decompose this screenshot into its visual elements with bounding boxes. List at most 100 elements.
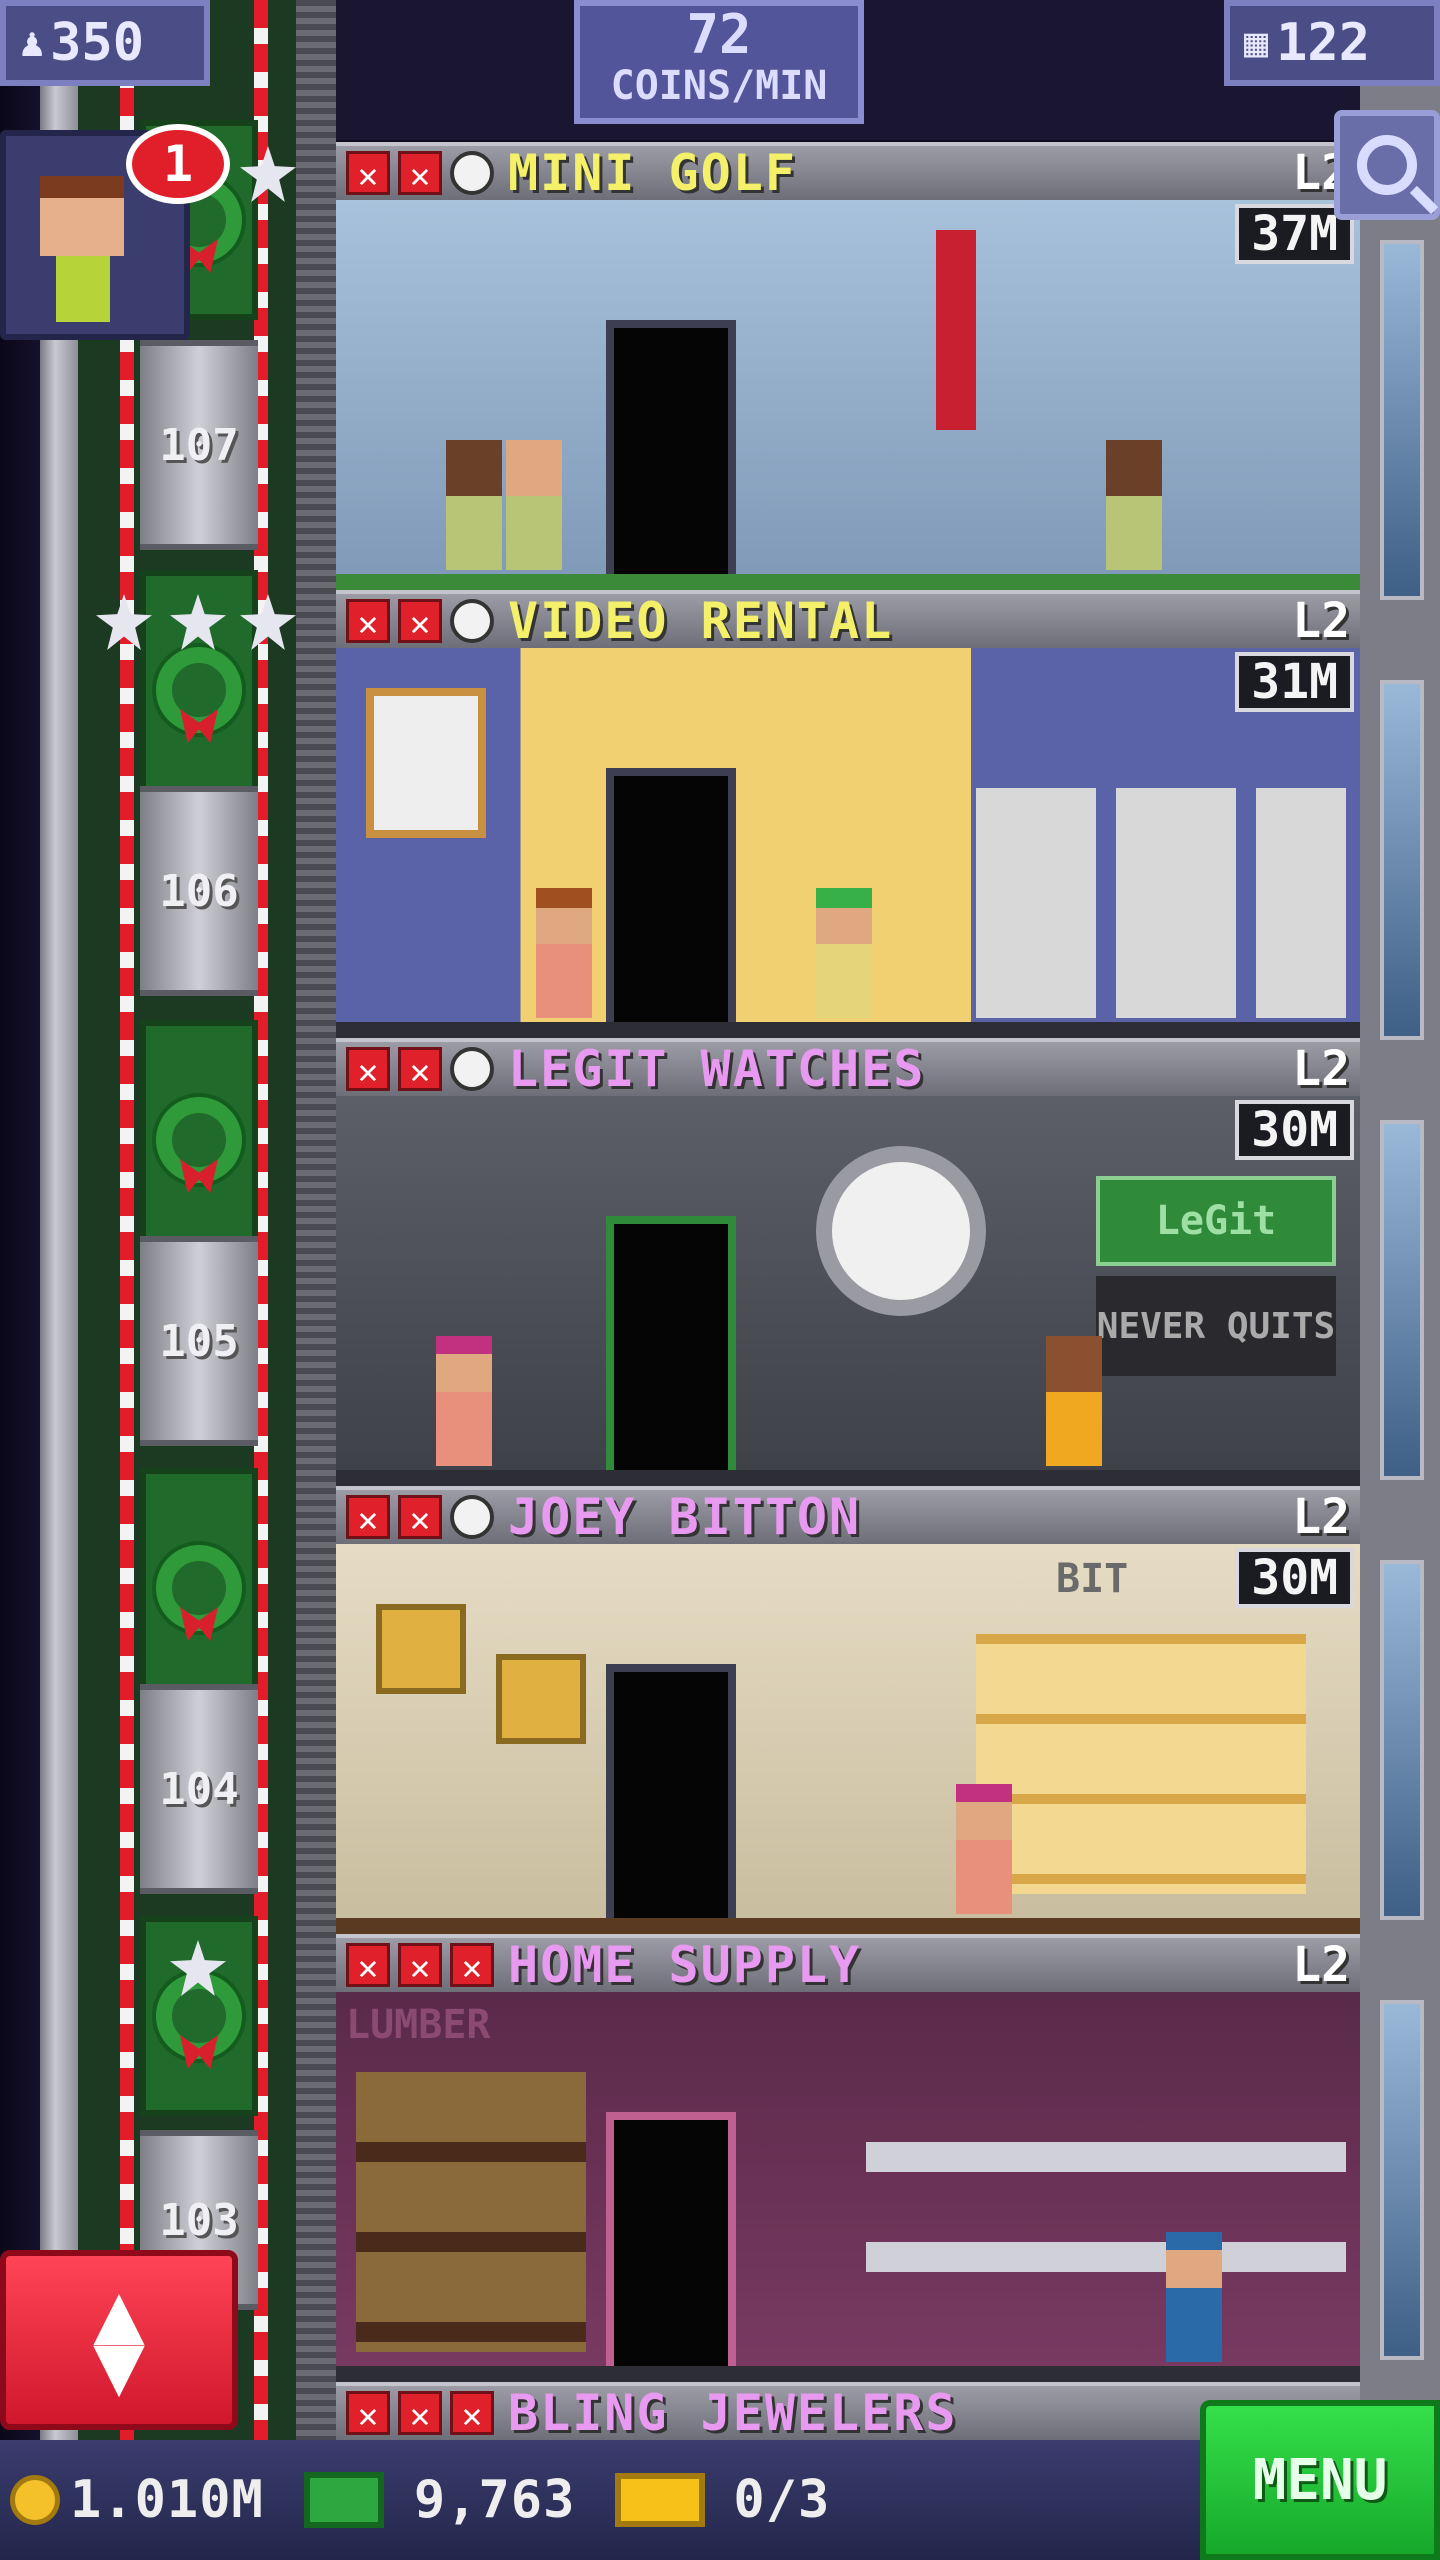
wall-art bbox=[496, 1654, 586, 1744]
tool-counter bbox=[866, 2242, 1346, 2272]
elevator-floor-107[interactable]: 107 bbox=[140, 340, 258, 550]
floor-base bbox=[336, 1918, 1360, 1934]
night-sky bbox=[0, 0, 40, 2440]
close-icon: ✕ bbox=[398, 1943, 442, 1988]
floor-level: L2 bbox=[1292, 1041, 1350, 1097]
elevator-floor-106[interactable]: 106 bbox=[140, 786, 258, 996]
up-down-arrow-icon: ▲ ▼ bbox=[93, 2263, 145, 2415]
door bbox=[606, 768, 736, 1038]
coins-per-min-label: COINS/MIN bbox=[610, 63, 828, 109]
elevator-button[interactable]: ▲ ▼ bbox=[0, 2250, 238, 2430]
handbag-shelves bbox=[976, 1634, 1306, 1894]
avatar-body bbox=[56, 256, 110, 322]
windmill-icon bbox=[936, 230, 976, 430]
elevator-floor-number: 103 bbox=[159, 2194, 239, 2246]
elevator-floor-number: 105 bbox=[159, 1315, 239, 1367]
clock-icon bbox=[450, 151, 494, 195]
restock-timer: 30M bbox=[1235, 1548, 1354, 1608]
restock-timer: 30M bbox=[1235, 1100, 1354, 1160]
window bbox=[1380, 2000, 1424, 2360]
floor-legit-watches[interactable]: ✕ ✕ LEGIT WATCHES L2 30M LeGit NEVER QUI… bbox=[336, 1038, 1360, 1486]
floors-counter[interactable]: ▦ 122 bbox=[1224, 0, 1440, 86]
wreath-icon bbox=[156, 1973, 242, 2069]
worker bbox=[1106, 440, 1162, 570]
poster bbox=[366, 688, 486, 838]
floor-name: LEGIT WATCHES bbox=[508, 1040, 926, 1098]
notification-badge: 1 bbox=[126, 124, 230, 204]
bit-sign: BIT bbox=[1056, 1556, 1129, 1602]
floor-base bbox=[336, 1470, 1360, 1486]
floor-base bbox=[336, 1022, 1360, 1038]
floor-interior: BIT 30M bbox=[336, 1544, 1360, 1934]
close-icon: ✕ bbox=[346, 1495, 390, 1540]
video-shelves bbox=[976, 788, 1346, 1018]
close-icon: ✕ bbox=[398, 1047, 442, 1092]
elevator-floor-number: 106 bbox=[159, 865, 239, 917]
elevator-rail bbox=[296, 0, 336, 2440]
floor-video-rental[interactable]: ✕ ✕ VIDEO RENTAL L2 31M bbox=[336, 590, 1360, 1038]
close-icon: ✕ bbox=[450, 2391, 494, 2436]
magnifier-icon bbox=[1357, 135, 1417, 195]
floor-header: ✕ ✕ JOEY BITTON L2 bbox=[336, 1486, 1360, 1546]
floor-joey-bitton[interactable]: ✕ ✕ JOEY BITTON L2 BIT 30M bbox=[336, 1486, 1360, 1934]
avatar bbox=[40, 176, 124, 256]
tickets-value: 0/3 bbox=[733, 2470, 831, 2530]
clock-icon bbox=[450, 1495, 494, 1539]
floor-level: L2 bbox=[1292, 1937, 1350, 1993]
putting-green bbox=[336, 574, 1360, 590]
floor-level: L2 bbox=[1292, 1489, 1350, 1545]
floor-name: VIDEO RENTAL bbox=[508, 592, 894, 650]
close-icon: ✕ bbox=[398, 599, 442, 644]
golden-ticket-icon bbox=[615, 2473, 706, 2527]
building-icon: ▦ bbox=[1244, 20, 1269, 66]
menu-button[interactable]: MENU bbox=[1200, 2400, 1440, 2560]
worker bbox=[956, 1784, 1012, 1914]
window bbox=[1380, 680, 1424, 1040]
worker bbox=[1166, 2232, 1222, 2362]
clock-icon bbox=[450, 599, 494, 643]
floor-home-supply[interactable]: ✕ ✕ ✕ HOME SUPPLY L2 LUMBER bbox=[336, 1934, 1360, 2382]
floor-interior: 37M bbox=[336, 200, 1360, 590]
tool-counter bbox=[866, 2142, 1346, 2172]
window bbox=[1380, 1120, 1424, 1480]
close-icon: ✕ bbox=[346, 2391, 390, 2436]
floor-name: MINI GOLF bbox=[508, 144, 797, 202]
floors-value: 122 bbox=[1276, 13, 1371, 73]
lumber-sign: LUMBER bbox=[346, 2002, 491, 2048]
window bbox=[1380, 1560, 1424, 1920]
wall-clock-icon bbox=[816, 1146, 986, 1316]
elevator-floor-number: 107 bbox=[159, 419, 239, 471]
coin-icon bbox=[10, 2475, 60, 2525]
elevator-wreath-cell bbox=[140, 1468, 258, 1708]
floor-interior: LUMBER bbox=[336, 1992, 1360, 2382]
worker bbox=[536, 888, 592, 1018]
close-icon: ✕ bbox=[398, 1495, 442, 1540]
floor-interior: 31M bbox=[336, 648, 1360, 1038]
close-icon: ✕ bbox=[398, 2391, 442, 2436]
never-quits-sign: NEVER QUITS bbox=[1096, 1276, 1336, 1376]
customer bbox=[506, 440, 562, 570]
close-icon: ✕ bbox=[346, 151, 390, 196]
window bbox=[1380, 240, 1424, 600]
search-button[interactable] bbox=[1334, 110, 1440, 220]
legit-sign: LeGit bbox=[1096, 1176, 1336, 1266]
elevator-floor-105[interactable]: 105 bbox=[140, 1236, 258, 1446]
elevator-pole bbox=[40, 0, 78, 2440]
floor-mini-golf[interactable]: ✕ ✕ MINI GOLF L2 37M bbox=[336, 142, 1360, 590]
door bbox=[606, 1216, 736, 1486]
door bbox=[606, 1664, 736, 1934]
elevator-floor-104[interactable]: 104 bbox=[140, 1684, 258, 1894]
close-icon: ✕ bbox=[346, 599, 390, 644]
floor-name: BLING JEWELERS bbox=[508, 2384, 958, 2442]
customer bbox=[446, 440, 502, 570]
floor-name: HOME SUPPLY bbox=[508, 1936, 862, 1994]
coins-per-min-value: 72 bbox=[686, 3, 752, 66]
tower-bux-icon bbox=[303, 2472, 384, 2528]
population-counter[interactable]: ♟ 350 bbox=[0, 0, 210, 86]
floor-interior: 30M LeGit NEVER QUITS bbox=[336, 1096, 1360, 1486]
floor-header: ✕ ✕ MINI GOLF L2 bbox=[336, 142, 1360, 202]
door bbox=[606, 2112, 736, 2382]
clock-icon bbox=[450, 1047, 494, 1091]
wreath-icon bbox=[156, 647, 242, 743]
wreath-icon bbox=[156, 1545, 242, 1641]
